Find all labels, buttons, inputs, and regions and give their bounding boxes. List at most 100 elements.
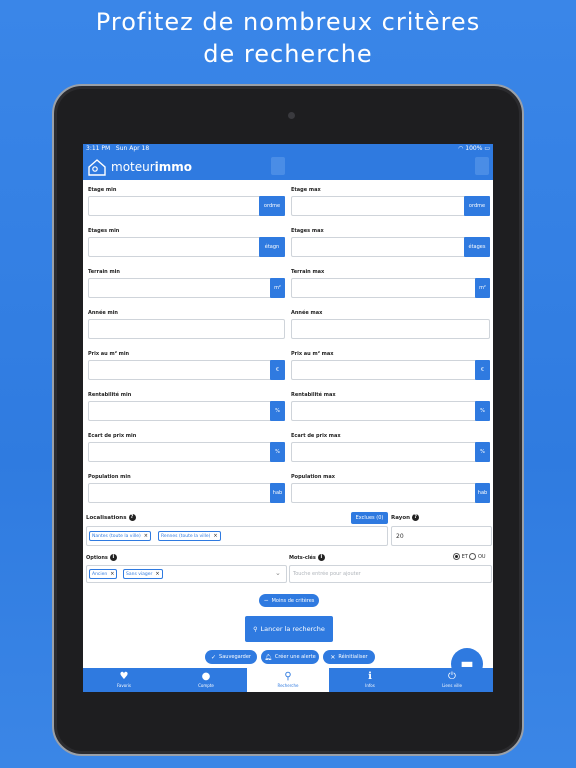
- tab-favoris[interactable]: ♥ Favoris: [83, 668, 165, 692]
- etages-max-input[interactable]: [291, 237, 471, 257]
- options-label: Options: [86, 555, 108, 561]
- remove-chip-icon[interactable]: ×: [213, 533, 217, 539]
- creer-alerte-label: Créer une alerte: [274, 654, 316, 660]
- user-icon: ●: [201, 671, 211, 682]
- remove-chip-icon[interactable]: ×: [144, 533, 148, 539]
- ecart-prix-max-input[interactable]: [291, 442, 479, 462]
- option-chip-label: Sans viager: [126, 571, 153, 577]
- lancer-recherche-button[interactable]: ⚲ Lancer la recherche: [245, 616, 333, 642]
- etage-max-input[interactable]: [291, 196, 471, 216]
- ecart-prix-min-label: Ecart de prix min: [88, 433, 137, 439]
- tab-compte-label: Compte: [198, 683, 214, 688]
- location-chip-label: Nantes (toute la ville): [92, 533, 141, 539]
- etage-min-label: Etage min: [88, 187, 117, 193]
- population-min-input[interactable]: [88, 483, 272, 503]
- tab-liens-ville[interactable]: ⏻ Liens ville: [411, 668, 493, 692]
- radio-et[interactable]: [453, 553, 460, 560]
- location-chip: Nantes (toute la ville) ×: [89, 531, 151, 541]
- app-header: moteurimmo: [83, 153, 493, 180]
- rentabilite-min-input[interactable]: [88, 401, 272, 421]
- ecart-prix-max-label: Ecart de prix max: [291, 433, 341, 439]
- radio-et-label: ET: [461, 554, 468, 560]
- prix-m2-max-label: Prix au m² max: [291, 351, 334, 357]
- header-control-right[interactable]: [475, 157, 489, 175]
- brand-light: moteur: [111, 159, 155, 174]
- tab-compte[interactable]: ● Compte: [165, 668, 247, 692]
- rentabilite-min-label: Rentabilité min: [88, 392, 132, 398]
- etages-min-label: Etages min: [88, 228, 120, 234]
- etage-min-suffix: ordme: [259, 196, 285, 216]
- moins-criteres-label: Moins de critères: [271, 597, 315, 604]
- localisations-label-wrap: Localisations?: [86, 514, 136, 521]
- prix-m2-min-input[interactable]: [88, 360, 272, 380]
- info-icon: ℹ: [368, 671, 372, 682]
- tablet-frame: 3:11 PM Sun Apr 18 ◠ 100% ▭ moteurimmo E…: [52, 84, 524, 756]
- lancer-recherche-label: Lancer la recherche: [260, 625, 325, 633]
- ecart-prix-min-input[interactable]: [88, 442, 272, 462]
- remove-chip-icon[interactable]: ×: [155, 571, 159, 577]
- info-icon[interactable]: i: [109, 554, 117, 561]
- sauvegarder-label: Sauvegarder: [219, 654, 251, 660]
- help-icon[interactable]: ?: [412, 514, 420, 521]
- headline-line-2: de recherche: [203, 40, 373, 68]
- heart-icon: ♥: [119, 671, 129, 682]
- radio-ou-label: OU: [478, 554, 486, 560]
- logic-radio-group: ET OU: [453, 553, 486, 560]
- location-chip: Rennes (toute la ville) ×: [158, 531, 221, 541]
- remove-chip-icon[interactable]: ×: [110, 571, 114, 577]
- sauvegarder-button[interactable]: ✓ Sauvegarder: [205, 650, 257, 664]
- rayon-input[interactable]: 20: [391, 526, 492, 546]
- etages-min-suffix: étagn: [259, 237, 285, 257]
- minus-icon: −: [263, 597, 269, 604]
- annee-max-input[interactable]: [291, 319, 490, 339]
- rayon-label: Rayon: [391, 515, 411, 521]
- brand-bold: immo: [154, 159, 193, 174]
- terrain-min-input[interactable]: [88, 278, 272, 298]
- ecart-prix-min-suffix: %: [270, 442, 285, 462]
- etage-max-suffix: ordme: [464, 196, 490, 216]
- localisations-label: Localisations: [86, 515, 127, 521]
- close-icon: ✕: [330, 653, 336, 661]
- status-bar: 3:11 PM Sun Apr 18 ◠ 100% ▭: [83, 144, 493, 153]
- etage-min-input[interactable]: [88, 196, 264, 216]
- power-icon: ⏻: [448, 671, 456, 682]
- camera-dot: [288, 112, 295, 119]
- prix-m2-max-suffix: €: [475, 360, 490, 380]
- creer-alerte-button[interactable]: 🔔︎ Créer une alerte: [261, 650, 319, 664]
- tab-recherche[interactable]: ⚲ Recherche: [247, 668, 329, 692]
- population-min-label: Population min: [88, 474, 131, 480]
- keywords-placeholder: Touche entrée pour ajouter: [293, 571, 361, 577]
- status-battery: ◠ 100% ▭: [458, 145, 490, 152]
- etages-max-label: Etages max: [291, 228, 324, 234]
- moins-criteres-button[interactable]: − Moins de critères: [259, 594, 319, 607]
- prix-m2-max-input[interactable]: [291, 360, 479, 380]
- search-form: Etage min ordme Etage max ordme Etages m…: [83, 180, 493, 664]
- mots-cles-label: Mots-clés: [289, 555, 316, 561]
- header-control-left[interactable]: [271, 157, 285, 175]
- tab-infos-label: Infos: [365, 683, 375, 688]
- prix-m2-min-label: Prix au m² min: [88, 351, 130, 357]
- tab-infos[interactable]: ℹ Infos: [329, 668, 411, 692]
- rentabilite-max-input[interactable]: [291, 401, 479, 421]
- search-icon: ⚲: [253, 625, 258, 633]
- reinitialiser-button[interactable]: ✕ Réinitialiser: [323, 650, 375, 664]
- chevron-down-icon[interactable]: ⌄: [275, 569, 281, 577]
- radio-ou[interactable]: [469, 553, 477, 560]
- terrain-max-input[interactable]: [291, 278, 479, 298]
- options-label-wrap: Options i: [86, 554, 117, 561]
- info-icon[interactable]: i: [317, 554, 325, 561]
- population-max-suffix: hab: [475, 483, 490, 503]
- population-max-input[interactable]: [291, 483, 479, 503]
- option-chip-label: Ancien: [92, 571, 108, 577]
- option-chip: Sans viager ×: [123, 569, 163, 579]
- battery-icon: ▭: [484, 145, 490, 152]
- help-icon[interactable]: ?: [128, 514, 136, 521]
- exclusions-button[interactable]: Exclues (0): [351, 512, 388, 524]
- tab-favoris-label: Favoris: [116, 683, 132, 688]
- terrain-max-label: Terrain max: [291, 269, 325, 275]
- reinitialiser-label: Réinitialiser: [338, 654, 368, 660]
- tab-liens-ville-label: Liens ville: [442, 683, 462, 688]
- etages-min-input[interactable]: [88, 237, 264, 257]
- app-screen: 3:11 PM Sun Apr 18 ◠ 100% ▭ moteurimmo E…: [83, 144, 493, 692]
- annee-min-input[interactable]: [88, 319, 285, 339]
